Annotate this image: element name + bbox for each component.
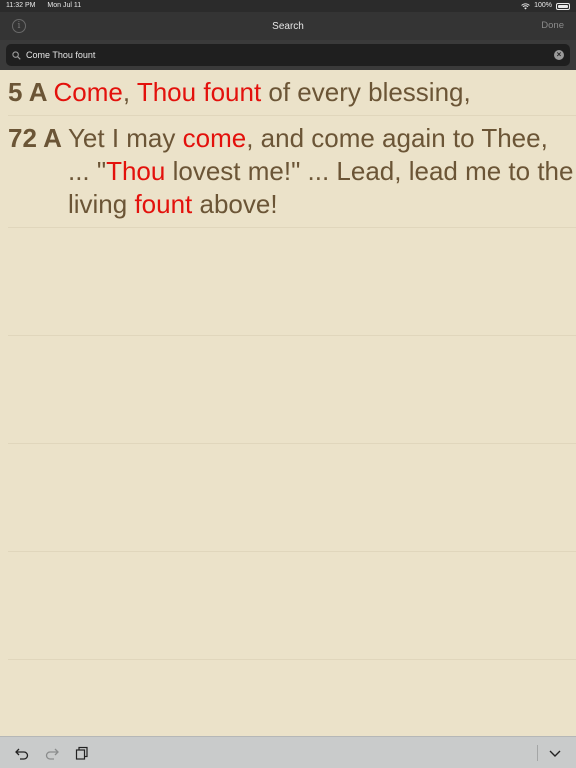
match-highlight: Thou bbox=[136, 77, 197, 107]
done-button[interactable]: Done bbox=[541, 20, 564, 31]
battery-icon bbox=[556, 2, 570, 10]
status-right: 100% bbox=[521, 0, 570, 12]
status-time: 11:32 PM bbox=[6, 2, 36, 9]
battery-percent: 100% bbox=[534, 2, 552, 9]
nav-bar: i Search Done bbox=[0, 12, 576, 40]
clear-icon[interactable]: × bbox=[554, 50, 564, 60]
result-ref: 5 A bbox=[8, 77, 48, 107]
result-text: Come, Thou fount of every blessing, bbox=[54, 76, 471, 109]
results-list: 5 A Come, Thou fount of every blessing, 72… bbox=[0, 70, 576, 736]
search-input[interactable] bbox=[26, 50, 554, 60]
result-text-segment: Yet I may bbox=[67, 123, 183, 153]
match-highlight: come bbox=[182, 123, 247, 153]
match-highlight: Come bbox=[53, 77, 123, 107]
copy-icon[interactable] bbox=[74, 745, 90, 761]
result-text-segment: above! bbox=[192, 189, 278, 219]
result-text-segment: of every blessing, bbox=[261, 77, 471, 107]
result-ref: 72 A bbox=[8, 123, 62, 153]
bottom-toolbar bbox=[0, 736, 576, 768]
chevron-down-icon[interactable] bbox=[548, 746, 562, 760]
toolbar-divider bbox=[537, 744, 538, 761]
match-highlight: Thou bbox=[106, 156, 166, 186]
search-icon bbox=[12, 50, 21, 60]
info-button[interactable]: i bbox=[12, 19, 26, 33]
empty-row bbox=[8, 228, 576, 336]
empty-row bbox=[8, 336, 576, 444]
result-text-segment: , bbox=[122, 77, 137, 107]
match-highlight: fount bbox=[203, 77, 262, 107]
nav-title: Search bbox=[272, 20, 304, 32]
search-field[interactable]: × bbox=[6, 44, 570, 66]
empty-row bbox=[8, 552, 576, 660]
status-bar: 11:32 PM Mon Jul 11 100% bbox=[0, 0, 576, 12]
status-date: Mon Jul 11 bbox=[47, 2, 82, 9]
match-highlight: fount bbox=[134, 189, 193, 219]
result-row[interactable]: 72 A Yet I may come, and come again to Th… bbox=[8, 116, 576, 228]
undo-icon[interactable] bbox=[14, 745, 30, 761]
result-text: Yet I may come, and come again to Thee, … bbox=[68, 122, 576, 221]
status-left: 11:32 PM Mon Jul 11 bbox=[6, 0, 91, 12]
wifi-icon bbox=[521, 2, 530, 9]
empty-row bbox=[8, 660, 576, 736]
redo-icon[interactable] bbox=[44, 745, 60, 761]
result-row[interactable]: 5 A Come, Thou fount of every blessing, bbox=[8, 70, 576, 116]
empty-row bbox=[8, 444, 576, 552]
search-bar: × bbox=[0, 40, 576, 70]
